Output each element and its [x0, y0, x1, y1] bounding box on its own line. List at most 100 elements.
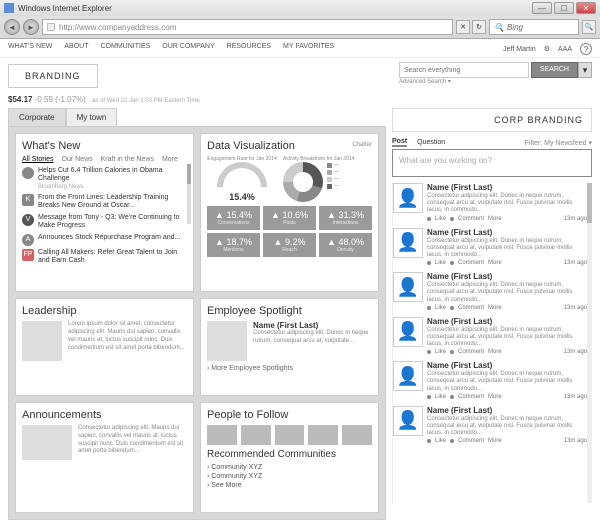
comment-link[interactable]: Comment	[458, 260, 484, 266]
comment-link[interactable]: Comment	[458, 216, 484, 222]
menu-whatsnew[interactable]: WHAT'S NEW	[8, 43, 52, 55]
forward-button[interactable]: ►	[23, 19, 39, 35]
post-text: Consectetur adipiscing elit. Donec in ne…	[427, 282, 587, 304]
search-dropdown-button[interactable]: ▾	[578, 62, 592, 78]
feed-tab-post[interactable]: Post	[392, 138, 407, 147]
search-go-button[interactable]: 🔍	[582, 20, 596, 34]
menu-resources[interactable]: RESOURCES	[227, 43, 271, 55]
pie-chart	[283, 162, 323, 202]
subtab-allstories[interactable]: All Stories	[22, 156, 54, 163]
news-title: Helps Cut 6.4 Trillion Calories in Obama…	[38, 167, 163, 182]
close-button[interactable]: ✕	[576, 2, 596, 14]
chatter-link[interactable]: Chatter	[352, 142, 372, 148]
metric-tile: ▲ 15.4%Conversations	[207, 206, 260, 230]
community-link[interactable]: › Community XYZ	[207, 473, 372, 480]
menu-communities[interactable]: COMMUNITIES	[101, 43, 151, 55]
maximize-button[interactable]: ☐	[554, 2, 574, 14]
subtab-kraft[interactable]: Kraft in the News	[101, 156, 154, 163]
comment-link[interactable]: Comment	[458, 438, 484, 444]
more-link[interactable]: More	[488, 438, 502, 444]
post-avatar[interactable]: 👤	[393, 228, 423, 258]
like-link[interactable]: Like	[435, 216, 446, 222]
search-input[interactable]	[399, 62, 529, 78]
back-button[interactable]: ◄	[4, 19, 20, 35]
spotlight-more-link[interactable]: › More Employee Spotlights	[207, 365, 372, 372]
post-author[interactable]: Name (First Last)	[427, 317, 587, 326]
whatsnew-title: What's New	[22, 140, 187, 152]
feed-scrollbar[interactable]	[587, 183, 592, 503]
like-link[interactable]: Like	[435, 349, 446, 355]
minimize-button[interactable]: —	[532, 2, 552, 14]
news-item[interactable]: Helps Cut 6.4 Trillion Calories in Obama…	[22, 167, 187, 191]
news-title: Message from Tony - Q3: We're Continuing…	[38, 214, 180, 229]
scrollbar[interactable]	[187, 164, 191, 224]
post-author[interactable]: Name (First Last)	[427, 272, 587, 281]
stop-button[interactable]: ✕	[456, 20, 470, 34]
feed-filter[interactable]: Filter: My Newsfeed ▾	[525, 139, 592, 147]
subtab-ournews[interactable]: Our News	[62, 156, 93, 163]
post-avatar[interactable]: 👤	[393, 272, 423, 302]
post-avatar[interactable]: 👤	[393, 361, 423, 391]
card-spotlight: Employee Spotlight Name (First Last) Con…	[200, 298, 379, 396]
like-link[interactable]: Like	[435, 394, 446, 400]
more-link[interactable]: More	[488, 349, 502, 355]
more-link[interactable]: More	[488, 260, 502, 266]
post-author[interactable]: Name (First Last)	[427, 361, 587, 370]
announcement-body: Consectetur adipiscing elit. Mauris dui …	[78, 425, 187, 460]
post-avatar[interactable]: 👤	[393, 317, 423, 347]
news-title: Announces Stock Repurchase Program and..…	[38, 234, 180, 241]
post-author[interactable]: Name (First Last)	[427, 183, 587, 192]
like-link[interactable]: Like	[435, 260, 446, 266]
news-source: Bloomberg News	[38, 184, 187, 191]
see-more-link[interactable]: › See More	[207, 482, 372, 489]
ptf-avatar[interactable]	[275, 425, 305, 445]
feed-tab-question[interactable]: Question	[417, 139, 445, 146]
post-author[interactable]: Name (First Last)	[427, 228, 587, 237]
news-item[interactable]: K From the Front Lines: Leadership Train…	[22, 194, 187, 211]
metric-tile: ▲ 48.0%Density	[319, 233, 372, 257]
menu-ourcompany[interactable]: OUR COMPANY	[162, 43, 214, 55]
gear-icon[interactable]: ⚙	[544, 45, 550, 53]
news-item[interactable]: FP Calling All Makers: Refer Great Talen…	[22, 249, 187, 266]
more-link[interactable]: More	[488, 394, 502, 400]
gauge-value: 15.4%	[207, 192, 277, 202]
refresh-button[interactable]: ↻	[472, 20, 486, 34]
tab-corporate[interactable]: Corporate	[8, 108, 66, 126]
comment-link[interactable]: Comment	[458, 349, 484, 355]
post-text: Consectetur adipiscing elit. Donec in ne…	[427, 193, 587, 215]
help-icon[interactable]: ?	[580, 43, 592, 55]
card-people-to-follow: People to Follow Recommended Communities…	[200, 402, 379, 513]
news-badge-icon: V	[22, 214, 34, 226]
address-bar[interactable]	[42, 19, 453, 35]
leadership-image	[22, 321, 62, 361]
url-input[interactable]	[59, 23, 448, 32]
menu-myfavorites[interactable]: MY FAVORITES	[283, 43, 334, 55]
search-button[interactable]: SEARCH	[531, 62, 578, 78]
more-link[interactable]: More	[488, 305, 502, 311]
like-link[interactable]: Like	[435, 438, 446, 444]
ptf-avatar[interactable]	[241, 425, 271, 445]
subtab-more[interactable]: More	[162, 156, 178, 163]
ptf-avatar[interactable]	[207, 425, 237, 445]
post-avatar[interactable]: 👤	[393, 183, 423, 213]
like-link[interactable]: Like	[435, 305, 446, 311]
feed-post: 👤 Name (First Last) Consectetur adipisci…	[393, 361, 587, 400]
post-avatar[interactable]: 👤	[393, 406, 423, 436]
tab-mytown[interactable]: My town	[66, 108, 118, 126]
text-size-toggle[interactable]: AAA	[558, 46, 572, 53]
ptf-avatar[interactable]	[342, 425, 372, 445]
menu-about[interactable]: ABOUT	[64, 43, 88, 55]
news-item[interactable]: V Message from Tony - Q3: We're Continui…	[22, 214, 187, 231]
browser-search[interactable]: 🔍 Bing	[489, 19, 579, 35]
comment-link[interactable]: Comment	[458, 394, 484, 400]
ptf-avatar[interactable]	[308, 425, 338, 445]
more-link[interactable]: More	[488, 216, 502, 222]
card-dataviz: Data Visualization Chatter Engagement Ra…	[200, 133, 379, 292]
news-item[interactable]: A Announces Stock Repurchase Program and…	[22, 234, 187, 246]
post-author[interactable]: Name (First Last)	[427, 406, 587, 415]
composer-input[interactable]: What are you working on?	[392, 149, 592, 177]
user-name[interactable]: Jeff Martin	[503, 46, 536, 53]
community-link[interactable]: › Community XYZ	[207, 464, 372, 471]
comment-link[interactable]: Comment	[458, 305, 484, 311]
advanced-search-link[interactable]: Advanced Search ▾	[399, 78, 451, 89]
